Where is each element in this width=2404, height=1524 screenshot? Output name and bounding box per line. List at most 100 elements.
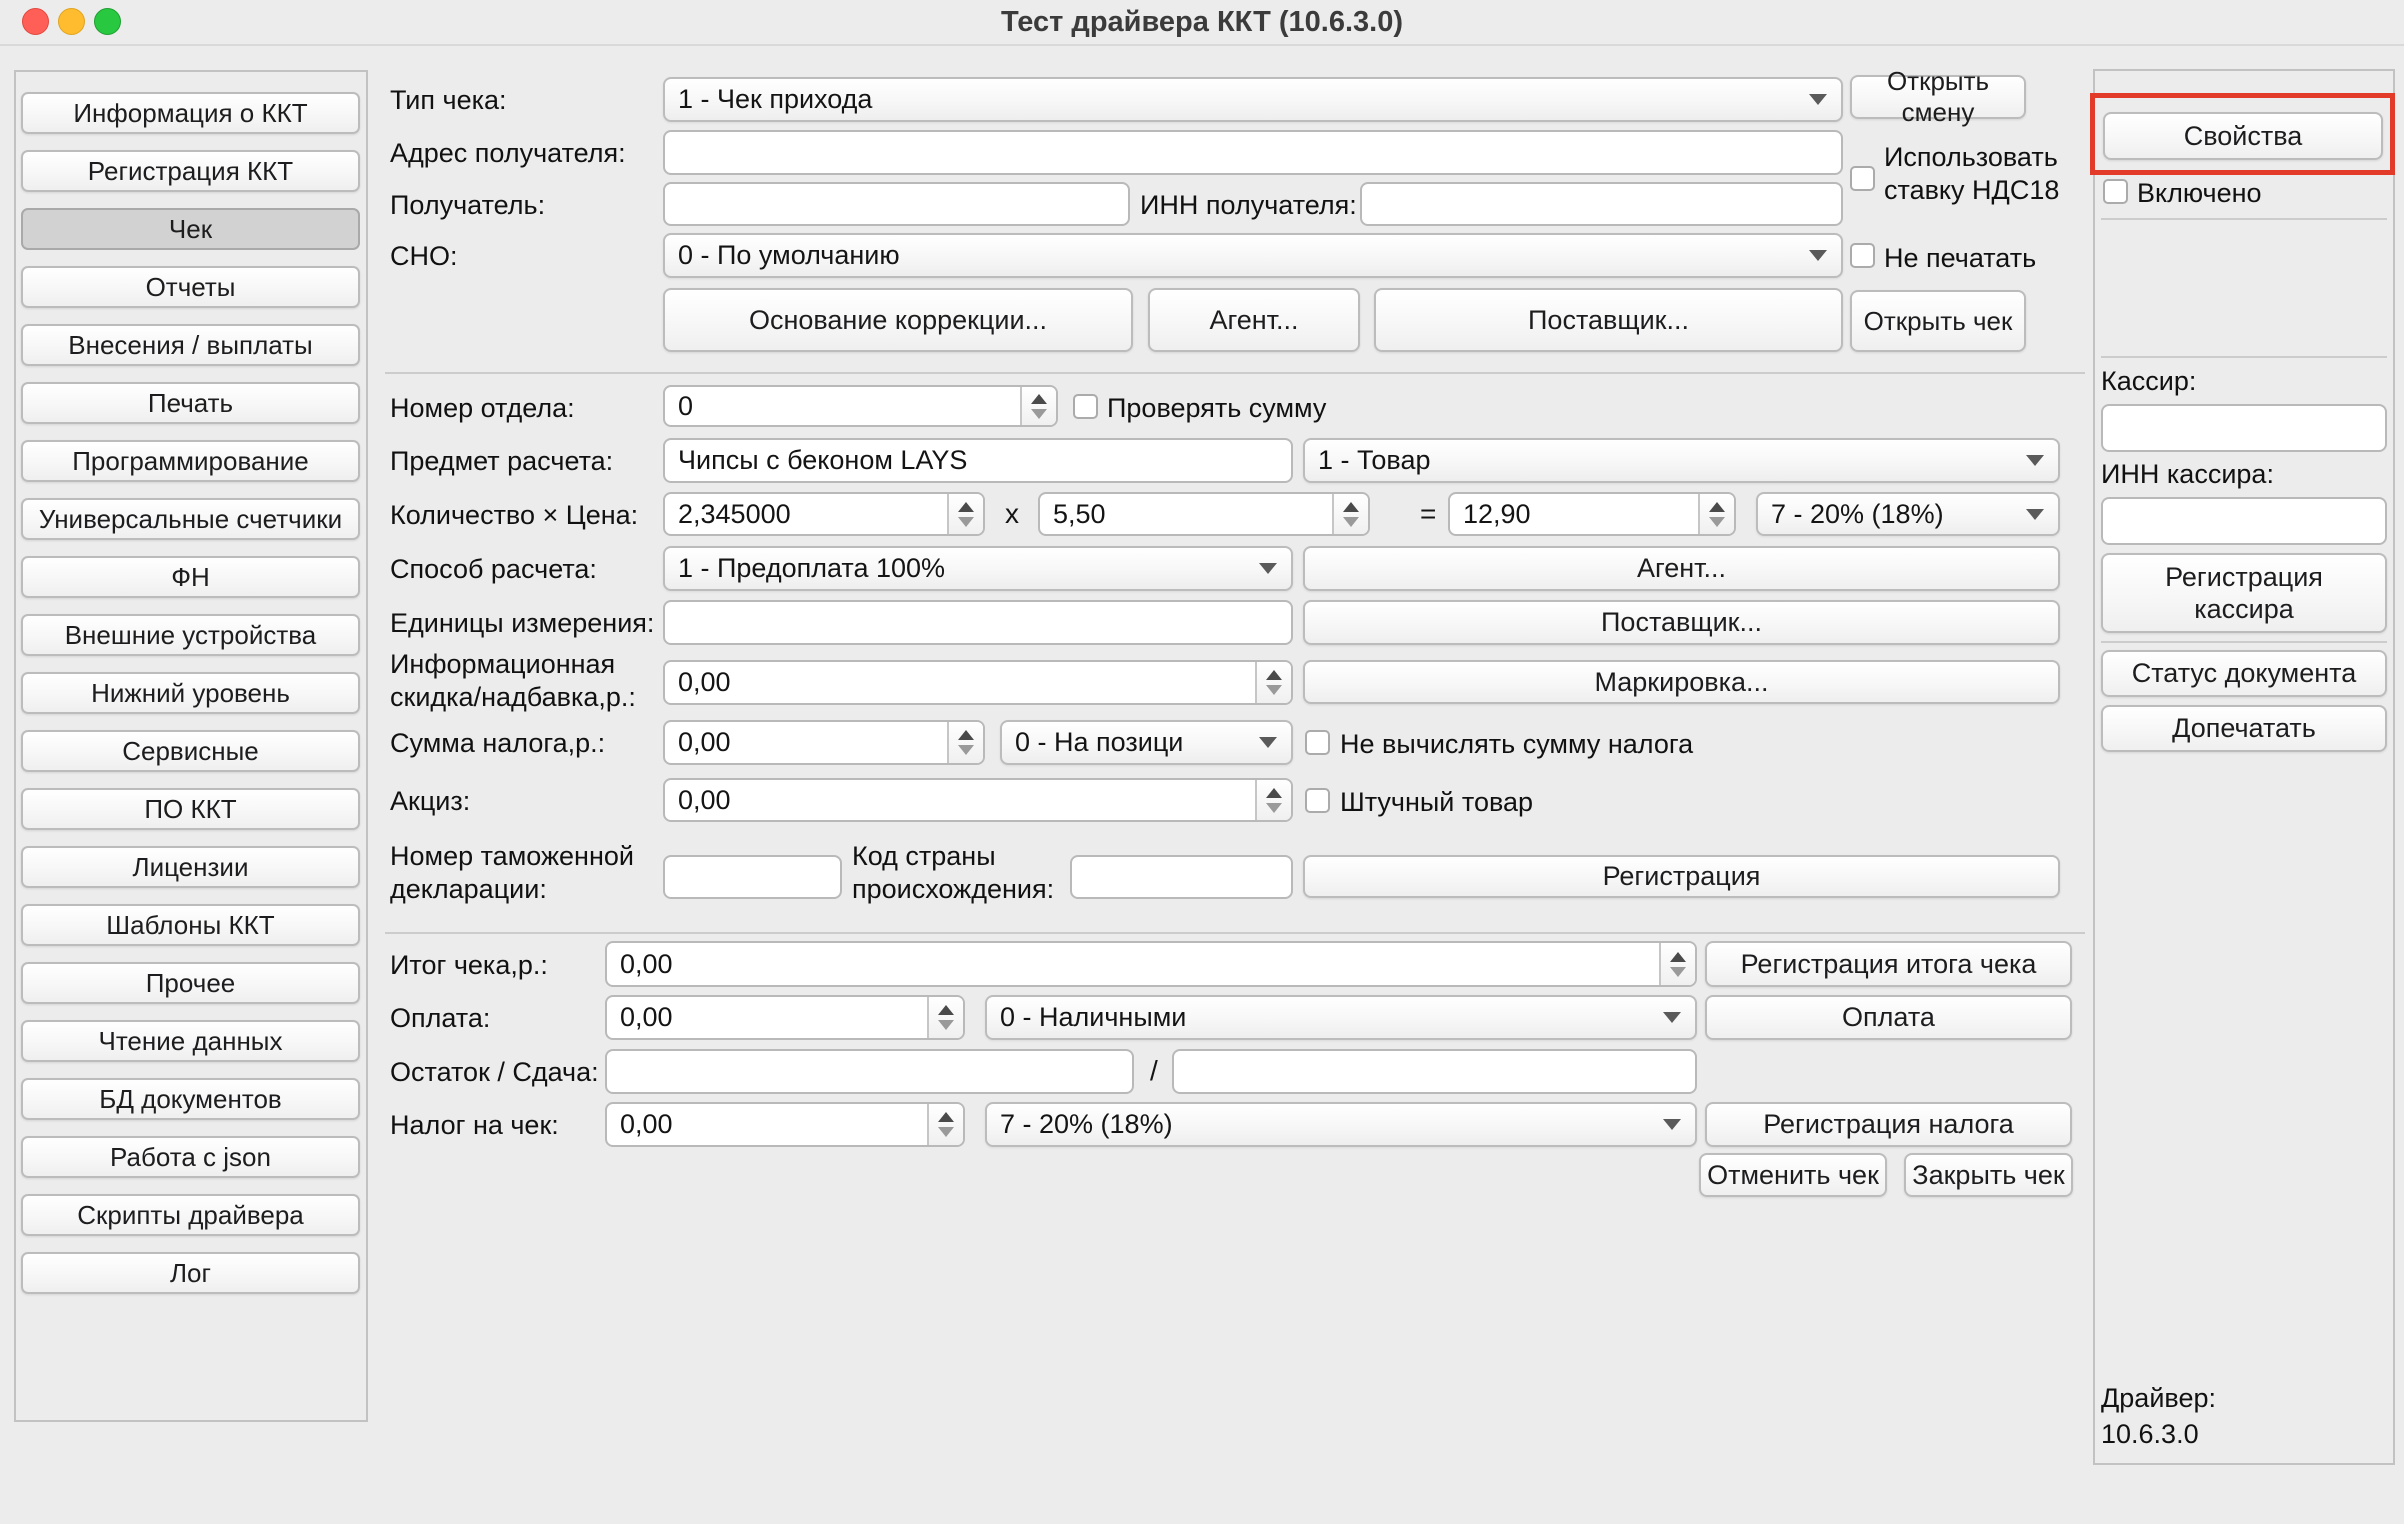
open-receipt-button[interactable]: Открыть чек [1850,290,2026,352]
sidebar-item-12[interactable]: Сервисные [21,730,360,772]
sidebar-item-6[interactable]: Печать [21,382,360,424]
change-right-input[interactable] [1174,1056,1695,1087]
receipt-type-select[interactable]: 1 - Чек прихода [663,77,1843,122]
supplier-item-button[interactable]: Поставщик... [1303,600,2060,645]
excise-spinner[interactable] [663,778,1293,822]
payment-button[interactable]: Оплата [1705,995,2072,1040]
sidebar-item-9[interactable]: ФН [21,556,360,598]
supplier-top-button[interactable]: Поставщик... [1374,288,1843,352]
stepper-icon[interactable] [927,997,963,1038]
enabled-checkbox[interactable] [2103,179,2128,204]
agent-top-button[interactable]: Агент... [1148,288,1360,352]
excise-input[interactable] [665,785,1255,816]
register-tax-button[interactable]: Регистрация налога [1705,1102,2072,1147]
correction-basis-button[interactable]: Основание коррекции... [663,288,1133,352]
units-input[interactable] [665,607,1291,638]
stepper-icon[interactable] [1255,780,1291,820]
sum-input[interactable] [1450,499,1698,530]
customs-field[interactable] [663,855,842,899]
stepper-icon[interactable] [947,722,983,763]
sidebar-item-19[interactable]: Работа с json [21,1136,360,1178]
recipient-address-input[interactable] [665,137,1841,168]
sidebar-item-14[interactable]: Лицензии [21,846,360,888]
sidebar-item-4[interactable]: Отчеты [21,266,360,308]
sidebar-item-2[interactable]: Регистрация ККТ [21,150,360,192]
register-total-button[interactable]: Регистрация итога чека [1705,941,2072,987]
tax-sum-input[interactable] [665,727,947,758]
sidebar-item-18[interactable]: БД документов [21,1078,360,1120]
stepper-icon[interactable] [1020,387,1056,425]
cashier-inn-field[interactable] [2101,497,2387,545]
sidebar-item-10[interactable]: Внешние устройства [21,614,360,656]
total-input[interactable] [607,949,1659,980]
discount-input[interactable] [665,667,1255,698]
sidebar-item-13[interactable]: ПО ККТ [21,788,360,830]
cashier-input[interactable] [2103,413,2385,444]
sidebar-item-20[interactable]: Скрипты драйвера [21,1194,360,1236]
receipt-tax-spinner[interactable] [605,1102,965,1147]
change-right-field[interactable] [1172,1049,1697,1094]
payment-method-select[interactable]: 1 - Предоплата 100% [663,546,1293,591]
recipient-inn-field[interactable] [1360,182,1843,226]
properties-button[interactable]: Свойства [2103,112,2383,160]
subject-type-select[interactable]: 1 - Товар [1303,438,2060,483]
department-spinner[interactable] [663,385,1058,427]
recipient-field[interactable] [663,182,1130,226]
cashier-inn-input[interactable] [2103,506,2385,537]
stepper-icon[interactable] [1332,494,1368,534]
recipient-address-field[interactable] [663,130,1843,175]
register-button[interactable]: Регистрация [1303,855,2060,898]
close-receipt-button[interactable]: Закрыть чек [1904,1153,2073,1197]
sidebar-item-15[interactable]: Шаблоны ККТ [21,904,360,946]
subject-field[interactable] [663,438,1293,483]
sidebar-item-11[interactable]: Нижний уровень [21,672,360,714]
tax-mode-select[interactable]: 0 - На позици [1000,720,1293,765]
register-cashier-button[interactable]: Регистрация кассира [2101,553,2387,633]
stepper-icon[interactable] [927,1104,963,1145]
receipt-tax-input[interactable] [607,1109,927,1140]
payment-type-select[interactable]: 0 - Наличными [985,995,1697,1040]
sidebar-item-1[interactable]: Информация о ККТ [21,92,360,134]
recipient-inn-input[interactable] [1362,189,1841,220]
stepper-icon[interactable] [1659,943,1695,985]
cancel-receipt-button[interactable]: Отменить чек [1699,1153,1887,1197]
payment-spinner[interactable] [605,995,965,1040]
total-spinner[interactable] [605,941,1697,987]
sidebar-item-3[interactable]: Чек [21,208,360,250]
sno-select[interactable]: 0 - По умолчанию [663,233,1843,278]
receipt-tax-type-select[interactable]: 7 - 20% (18%) [985,1102,1697,1147]
stepper-icon[interactable] [1255,662,1291,703]
customs-input[interactable] [665,862,840,893]
subject-input[interactable] [665,445,1291,476]
agent-item-button[interactable]: Агент... [1303,546,2060,591]
check-sum-checkbox[interactable] [1073,394,1098,419]
change-left-input[interactable] [607,1056,1132,1087]
quantity-input[interactable] [665,499,947,530]
payment-input[interactable] [607,1002,927,1033]
price-spinner[interactable] [1038,492,1370,536]
piece-goods-checkbox[interactable] [1305,788,1330,813]
sidebar-item-5[interactable]: Внесения / выплаты [21,324,360,366]
quantity-spinner[interactable] [663,492,985,536]
recipient-input[interactable] [665,189,1128,220]
department-input[interactable] [665,391,1020,422]
sidebar-item-16[interactable]: Прочее [21,962,360,1004]
sidebar-item-17[interactable]: Чтение данных [21,1020,360,1062]
stepper-icon[interactable] [1698,494,1734,534]
cashier-field[interactable] [2101,404,2387,452]
discount-spinner[interactable] [663,660,1293,705]
sidebar-item-7[interactable]: Программирование [21,440,360,482]
no-print-checkbox[interactable] [1850,243,1875,268]
sidebar-item-8[interactable]: Универсальные счетчики [21,498,360,540]
no-tax-calc-checkbox[interactable] [1305,730,1330,755]
doc-status-button[interactable]: Статус документа [2101,650,2387,697]
sum-spinner[interactable] [1448,492,1736,536]
marking-button[interactable]: Маркировка... [1303,660,2060,704]
tax-sum-spinner[interactable] [663,720,985,765]
vat18-checkbox[interactable] [1850,166,1875,191]
open-shift-button[interactable]: Открыть смену [1850,75,2026,119]
print-rest-button[interactable]: Допечатать [2101,705,2387,752]
price-input[interactable] [1040,499,1332,530]
vat-select[interactable]: 7 - 20% (18%) [1756,492,2060,536]
country-field[interactable] [1070,855,1293,899]
